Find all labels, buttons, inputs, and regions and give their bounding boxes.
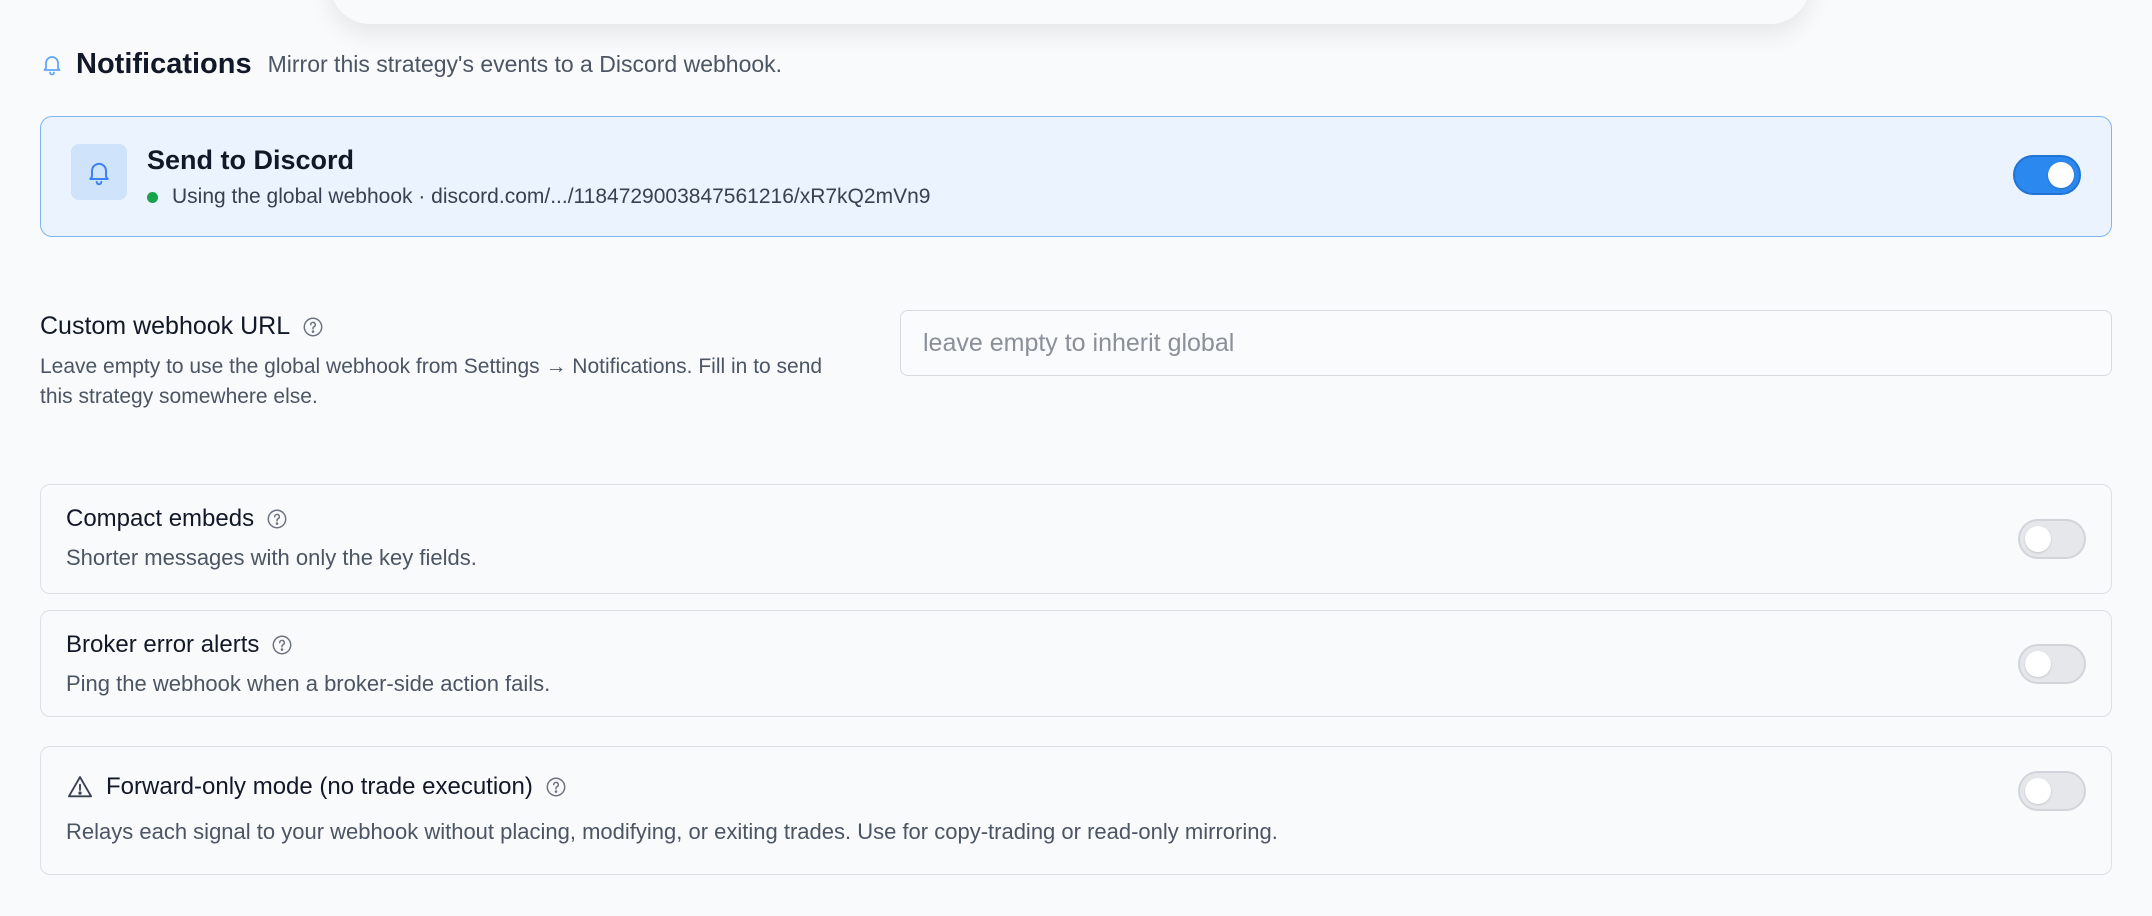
send-to-discord-toggle[interactable] xyxy=(2013,155,2081,195)
custom-webhook-input[interactable] xyxy=(900,310,2112,376)
compact-embeds-title: Compact embeds xyxy=(66,505,288,533)
compact-embeds-toggle[interactable] xyxy=(2018,519,2086,559)
custom-webhook-description: Leave empty to use the global webhook fr… xyxy=(40,355,823,408)
toggle-knob xyxy=(2048,162,2074,188)
help-icon[interactable] xyxy=(545,776,567,798)
floating-panel-shadow xyxy=(330,0,1810,24)
broker-error-alerts-toggle[interactable] xyxy=(2018,644,2086,684)
section-title: Notifications xyxy=(76,47,252,80)
compact-embeds-card: Compact embeds Shorter messages with onl… xyxy=(40,484,2112,594)
help-icon[interactable] xyxy=(266,508,288,530)
help-icon[interactable] xyxy=(271,634,293,656)
forward-only-mode-card: Forward-only mode (no trade execution) R… xyxy=(40,746,2112,875)
help-icon[interactable] xyxy=(302,316,324,338)
forward-only-mode-title: Forward-only mode (no trade execution) xyxy=(66,773,567,801)
forward-only-mode-description: Relays each signal to your webhook witho… xyxy=(66,819,1278,844)
discord-icon-box xyxy=(71,144,127,200)
broker-error-alerts-label: Broker error alerts xyxy=(66,631,260,658)
toggle-knob xyxy=(2025,526,2051,552)
section-description: Mirror this strategy's events to a Disco… xyxy=(267,50,783,77)
toggle-knob xyxy=(2025,651,2051,677)
compact-embeds-description: Shorter messages with only the key field… xyxy=(66,545,477,570)
broker-error-alerts-title: Broker error alerts xyxy=(66,631,293,659)
send-to-discord-card: Send to Discord Using the global webhook… xyxy=(40,116,2112,237)
warning-icon xyxy=(67,776,93,798)
send-to-discord-title: Send to Discord xyxy=(147,145,355,175)
forward-only-mode-label: Forward-only mode (no trade execution) xyxy=(106,773,533,800)
broker-error-alerts-description: Ping the webhook when a broker-side acti… xyxy=(66,671,551,696)
toggle-knob xyxy=(2025,778,2051,804)
compact-embeds-label: Compact embeds xyxy=(66,505,255,532)
bell-icon xyxy=(43,56,61,76)
broker-error-alerts-card: Broker error alerts Ping the webhook whe… xyxy=(40,610,2112,717)
custom-webhook-label-text: Custom webhook URL xyxy=(40,312,291,340)
forward-only-mode-toggle[interactable] xyxy=(2018,771,2086,811)
custom-webhook-label: Custom webhook URL xyxy=(40,312,324,341)
notifications-header: Notifications Mirror this strategy's eve… xyxy=(40,44,782,84)
status-dot xyxy=(147,191,158,203)
webhook-status: Using the global webhook · discord.com/.… xyxy=(147,185,930,209)
bell-icon xyxy=(89,162,109,186)
webhook-status-text: Using the global webhook · discord.com/.… xyxy=(172,185,931,208)
